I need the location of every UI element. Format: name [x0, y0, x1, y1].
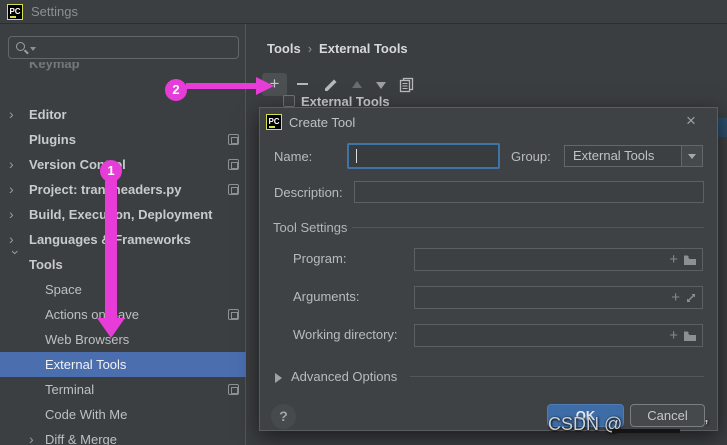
- text-caret: [356, 149, 357, 163]
- sidebar-item-editor[interactable]: › Editor: [0, 102, 246, 127]
- sidebar-item-terminal[interactable]: Terminal: [0, 377, 246, 402]
- advanced-options-toggle[interactable]: Advanced Options: [291, 369, 397, 384]
- edit-tool-button[interactable]: [318, 73, 343, 96]
- question-icon: ?: [279, 408, 288, 424]
- annotation-arrow-right: [186, 76, 276, 96]
- chevron-right-icon[interactable]: ›: [9, 152, 23, 177]
- step-badge-2: 2: [165, 79, 187, 101]
- selected-row-edge: [718, 118, 727, 137]
- scope-indicator-icon: [228, 184, 239, 195]
- insert-macro-icon[interactable]: +: [671, 290, 680, 306]
- group-dropdown-button[interactable]: [681, 146, 702, 166]
- sidebar-item-version-control[interactable]: › Version Control: [0, 152, 246, 177]
- search-options-chevron-icon[interactable]: [30, 47, 36, 51]
- arguments-input[interactable]: [415, 287, 702, 308]
- tree-row-external-tools-group[interactable]: External Tools: [276, 94, 576, 107]
- insert-macro-icon[interactable]: +: [669, 328, 678, 344]
- copy-icon: [399, 77, 415, 93]
- pycharm-logo-icon: PC: [266, 114, 282, 130]
- group-select[interactable]: External Tools: [564, 145, 703, 167]
- duplicate-tool-button[interactable]: [394, 73, 419, 96]
- search-input[interactable]: [8, 36, 239, 59]
- pencil-icon: [323, 77, 339, 93]
- name-field[interactable]: [347, 143, 500, 169]
- checkbox[interactable]: [283, 95, 295, 107]
- cancel-button[interactable]: Cancel: [630, 404, 705, 427]
- arguments-label: Arguments:: [293, 289, 359, 304]
- expand-icon[interactable]: [685, 292, 697, 304]
- sidebar-item-plugins[interactable]: Plugins: [0, 127, 246, 152]
- browse-folder-icon[interactable]: [683, 254, 697, 266]
- description-input[interactable]: [355, 182, 703, 202]
- description-field[interactable]: [354, 181, 704, 203]
- breadcrumb: Tools › External Tools: [267, 41, 408, 56]
- working-directory-label: Working directory:: [293, 327, 398, 342]
- chevron-right-icon[interactable]: ›: [9, 102, 23, 127]
- window-title: Settings: [31, 4, 78, 19]
- remove-tool-button[interactable]: [290, 73, 315, 96]
- group-selected-value: External Tools: [573, 146, 654, 166]
- arrow-down-icon: [376, 82, 386, 89]
- chevron-right-icon[interactable]: ›: [9, 202, 23, 227]
- close-icon: ×: [686, 111, 696, 130]
- annotation-arrow-down: [97, 180, 125, 338]
- chevron-down-icon: [688, 154, 696, 159]
- sidebar-item-diff-merge[interactable]: › Diff & Merge: [0, 427, 246, 445]
- program-label: Program:: [293, 251, 346, 266]
- breadcrumb-tools[interactable]: Tools: [267, 41, 301, 56]
- move-up-button[interactable]: [344, 73, 369, 96]
- sidebar-item-code-with-me[interactable]: Code With Me: [0, 402, 246, 427]
- chevron-down-icon[interactable]: ›: [3, 250, 28, 264]
- chevron-right-icon[interactable]: ›: [29, 427, 43, 445]
- scope-indicator-icon: [228, 134, 239, 145]
- partially-visible-item: Keymap: [0, 62, 240, 76]
- insert-macro-icon[interactable]: +: [669, 252, 678, 268]
- step-badge-1: 1: [100, 160, 122, 182]
- section-divider: [410, 376, 704, 377]
- scope-indicator-icon: [228, 309, 239, 320]
- chevron-right-icon[interactable]: ›: [9, 227, 23, 252]
- move-down-button[interactable]: [368, 73, 393, 96]
- section-divider: [352, 227, 704, 228]
- pycharm-logo-icon: PC: [7, 4, 23, 20]
- browse-folder-icon[interactable]: [683, 330, 697, 342]
- watermark-comma: ,: [704, 406, 709, 427]
- help-button[interactable]: ?: [271, 404, 296, 429]
- working-directory-field[interactable]: +: [414, 324, 703, 347]
- breadcrumb-separator: ›: [308, 41, 312, 56]
- watermark-redaction: [612, 429, 680, 433]
- search-icon: [16, 42, 25, 51]
- program-input[interactable]: [415, 249, 702, 270]
- close-button[interactable]: ×: [679, 110, 703, 132]
- breadcrumb-external-tools: External Tools: [319, 41, 408, 56]
- triangle-right-icon[interactable]: [275, 373, 282, 383]
- description-label: Description:: [274, 185, 343, 200]
- scope-indicator-icon: [228, 159, 239, 170]
- create-tool-dialog: PC Create Tool × Name: Group: External T…: [259, 107, 718, 431]
- chevron-right-icon[interactable]: ›: [9, 177, 23, 202]
- name-label: Name:: [274, 149, 312, 164]
- sidebar-item-external-tools[interactable]: External Tools: [0, 352, 246, 377]
- minus-icon: [297, 83, 308, 85]
- group-label: Group:: [511, 149, 551, 164]
- program-field[interactable]: +: [414, 248, 703, 271]
- settings-window-titlebar: PC Settings: [0, 0, 727, 24]
- dialog-title: Create Tool: [289, 115, 355, 130]
- arrow-up-icon: [352, 81, 362, 88]
- arguments-field[interactable]: +: [414, 286, 703, 309]
- working-directory-input[interactable]: [415, 325, 702, 346]
- scope-indicator-icon: [228, 384, 239, 395]
- tool-settings-section-title: Tool Settings: [273, 220, 347, 235]
- name-input[interactable]: [349, 145, 498, 167]
